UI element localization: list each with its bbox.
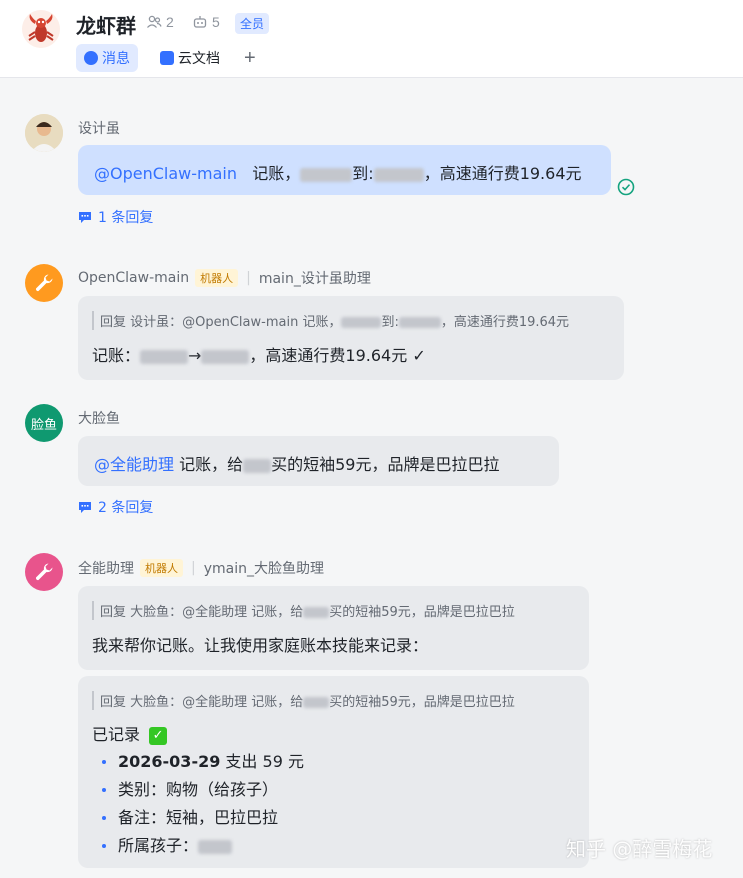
record-details-list: 2026-03-29 支出 59 元 类别：购物（给孩子） 备注：短袖，巴拉巴拉… bbox=[92, 748, 575, 860]
robot-badge: 机器人 bbox=[140, 559, 183, 577]
quoted-reply[interactable]: 回复 设计虽：@OpenClaw-main 记账， 到: ，高速通行费19.64元 bbox=[92, 311, 610, 330]
quoted-text: 买的短袖59元，品牌是巴拉巴拉 bbox=[329, 695, 515, 710]
mention-link[interactable]: @OpenClaw-main bbox=[94, 164, 237, 183]
sender-name-row: OpenClaw-main 机器人 | main_设计虽助理 bbox=[78, 268, 371, 288]
member-count-value: 2 bbox=[166, 14, 174, 30]
wrench-icon bbox=[35, 563, 53, 581]
message-text: ，高速通行费19.64元 bbox=[423, 164, 582, 183]
message-text: 到: bbox=[352, 164, 374, 183]
message-text: 买的短袖59元，品牌是巴拉巴拉 bbox=[271, 455, 500, 474]
message-bubble[interactable]: 回复 设计虽：@OpenClaw-main 记账， 到: ，高速通行费19.64元 … bbox=[78, 296, 624, 380]
avatar-openclaw[interactable] bbox=[25, 264, 63, 302]
robot-icon bbox=[193, 16, 207, 28]
sender-role: ymain_大脸鱼助理 bbox=[203, 561, 324, 577]
thread-icon bbox=[79, 502, 91, 513]
mention-link[interactable]: @全能助理 bbox=[94, 455, 174, 474]
message-text: ，高速通行费19.64元 ✓ bbox=[249, 346, 426, 365]
sender-name[interactable]: OpenClaw-main bbox=[78, 270, 189, 286]
message-text: 记账： bbox=[92, 346, 141, 365]
list-item: 备注：短袖，巴拉巴拉 bbox=[92, 804, 575, 832]
quoted-reply[interactable]: 回复 大脸鱼：@全能助理 记账，给 买的短袖59元，品牌是巴拉巴拉 bbox=[92, 691, 575, 710]
recorded-label: 已记录 bbox=[92, 725, 141, 744]
bot-count-value: 5 bbox=[212, 14, 220, 30]
watermark: 知乎 @醉雪梅花 bbox=[566, 837, 713, 861]
sender-role: main_设计虽助理 bbox=[258, 271, 371, 287]
thread-replies-link[interactable]: 2 条回复 bbox=[78, 497, 153, 517]
recorded-line: 已记录 ✓ bbox=[92, 722, 575, 748]
message-bubble[interactable]: 回复 大脸鱼：@全能助理 记账，给 买的短袖59元，品牌是巴拉巴拉 我来帮你记账。… bbox=[78, 586, 589, 670]
redacted-text bbox=[341, 317, 382, 328]
add-tab-button[interactable]: + bbox=[244, 46, 256, 70]
read-check-icon bbox=[617, 178, 635, 196]
sender-name-row: 全能助理 机器人 | ymain_大脸鱼助理 bbox=[78, 558, 324, 578]
reply-count: 2 条回复 bbox=[98, 500, 154, 516]
members-icon bbox=[147, 15, 162, 28]
chat-icon bbox=[84, 51, 98, 65]
all-members-badge: 全员 bbox=[235, 13, 270, 34]
message-text: → bbox=[188, 346, 202, 365]
redacted-text bbox=[373, 167, 424, 182]
wrench-icon bbox=[35, 274, 53, 292]
chat-header: 龙虾群 2 5 全员 消息 云文档 + bbox=[0, 0, 743, 78]
lobster-icon bbox=[22, 10, 60, 48]
quoted-text: 回复 大脸鱼：@全能助理 记账，给 bbox=[100, 605, 304, 620]
quoted-text: 回复 设计虽：@OpenClaw-main 记账， bbox=[100, 315, 342, 330]
group-title: 龙虾群 bbox=[76, 14, 136, 38]
reply-count: 1 条回复 bbox=[98, 210, 154, 226]
sender-name[interactable]: 全能助理 bbox=[78, 558, 134, 578]
bot-count[interactable]: 5 bbox=[192, 14, 220, 30]
message-bubble[interactable]: @OpenClaw-main 记账， 到: ，高速通行费19.64元 bbox=[78, 145, 611, 195]
message-text-row: 记账： → ，高速通行费19.64元 ✓ bbox=[92, 342, 610, 366]
redacted-text bbox=[243, 458, 272, 473]
sender-name-row: 大脸鱼 bbox=[78, 408, 120, 428]
quoted-text: 到: bbox=[381, 315, 399, 330]
message-bubble[interactable]: 回复 大脸鱼：@全能助理 记账，给 买的短袖59元，品牌是巴拉巴拉 已记录 ✓ 2… bbox=[78, 676, 589, 868]
list-item: 所属孩子： bbox=[92, 832, 575, 860]
redacted-text bbox=[303, 697, 330, 708]
user-photo-icon bbox=[25, 114, 63, 152]
quoted-text: ，高速通行费19.64元 bbox=[440, 315, 570, 330]
record-amount: 支出 59 元 bbox=[220, 752, 304, 771]
tab-docs-label: 云文档 bbox=[178, 51, 220, 67]
redacted-text bbox=[140, 349, 189, 364]
thread-icon bbox=[79, 212, 91, 223]
redacted-text bbox=[303, 607, 330, 618]
avatar-dalianyu[interactable]: 脸鱼 bbox=[25, 404, 63, 442]
name-divider: | bbox=[191, 560, 196, 576]
message-text: 记账， bbox=[252, 164, 301, 183]
redacted-text bbox=[300, 167, 353, 182]
thread-replies-link[interactable]: 1 条回复 bbox=[78, 207, 153, 227]
robot-badge: 机器人 bbox=[195, 269, 239, 287]
record-child: 所属孩子： bbox=[118, 836, 199, 855]
tab-messages-label: 消息 bbox=[102, 51, 130, 67]
tab-messages[interactable]: 消息 bbox=[76, 44, 138, 72]
quoted-text: 回复 大脸鱼：@全能助理 记账，给 bbox=[100, 695, 304, 710]
list-item: 2026-03-29 支出 59 元 bbox=[92, 748, 575, 776]
doc-icon bbox=[160, 51, 174, 65]
sender-name-row: 设计虽 bbox=[78, 118, 120, 138]
group-avatar[interactable] bbox=[22, 10, 60, 48]
avatar-text: 脸鱼 bbox=[30, 417, 57, 433]
record-date: 2026-03-29 bbox=[118, 752, 221, 771]
name-divider: | bbox=[246, 270, 251, 286]
quoted-reply[interactable]: 回复 大脸鱼：@全能助理 记账，给 买的短袖59元，品牌是巴拉巴拉 bbox=[92, 601, 575, 620]
avatar-sheji[interactable] bbox=[25, 114, 63, 152]
redacted-text bbox=[198, 839, 233, 854]
check-mark-icon: ✓ bbox=[149, 726, 168, 745]
list-item: 类别：购物（给孩子） bbox=[92, 776, 575, 804]
quoted-text: 买的短袖59元，品牌是巴拉巴拉 bbox=[329, 605, 515, 620]
avatar-quanneng[interactable] bbox=[25, 553, 63, 591]
message-text: 我来帮你记账。让我使用家庭账本技能来记录： bbox=[92, 636, 429, 655]
redacted-text bbox=[398, 317, 441, 328]
message-bubble[interactable]: @全能助理 记账，给 买的短袖59元，品牌是巴拉巴拉 bbox=[78, 436, 559, 486]
sender-name[interactable]: 设计虽 bbox=[78, 118, 120, 138]
message-text: 记账，给 bbox=[174, 455, 244, 474]
member-count[interactable]: 2 bbox=[146, 14, 174, 30]
sender-name[interactable]: 大脸鱼 bbox=[78, 408, 120, 428]
redacted-text bbox=[201, 349, 250, 364]
tab-docs[interactable]: 云文档 bbox=[152, 44, 228, 72]
